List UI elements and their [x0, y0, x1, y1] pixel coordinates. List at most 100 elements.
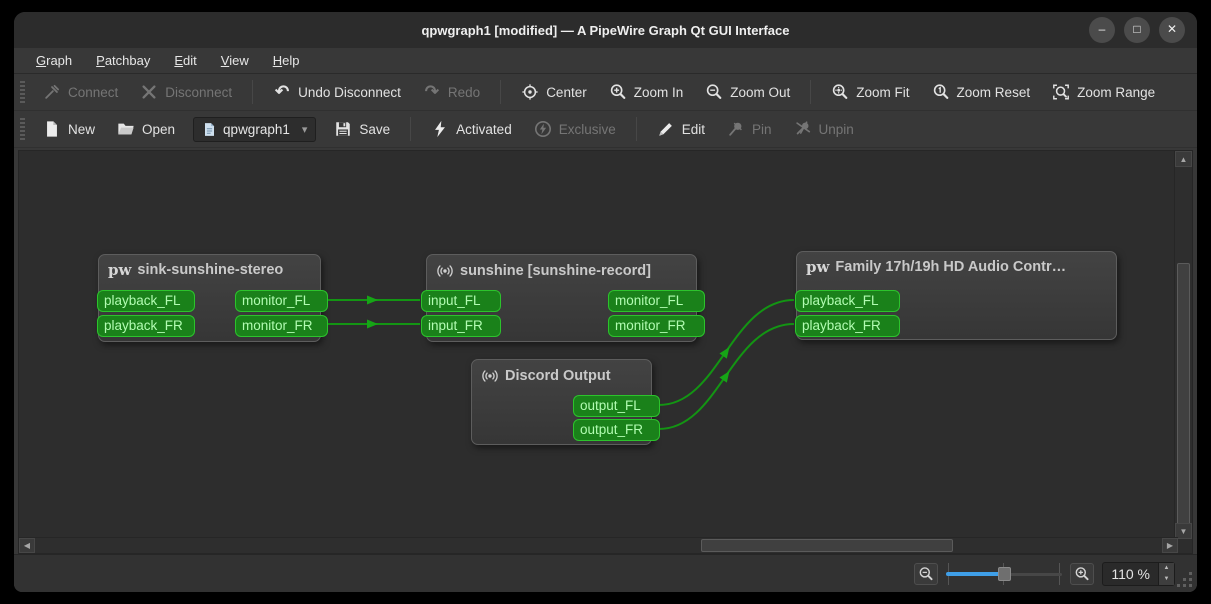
- activated-button[interactable]: Activated: [421, 115, 522, 143]
- scroll-right-icon: ▶: [1166, 541, 1174, 550]
- scroll-down-icon: ▼: [1179, 526, 1188, 536]
- resize-grip[interactable]: [1177, 572, 1193, 588]
- vertical-scroll-thumb[interactable]: [1177, 263, 1190, 527]
- stream-icon: [482, 370, 498, 382]
- port-playback-fr[interactable]: playback_FR: [795, 315, 900, 337]
- zoom-out-label: Zoom Out: [730, 84, 791, 100]
- menu-graph[interactable]: Graph: [26, 50, 82, 71]
- exclusive-button[interactable]: Exclusive: [524, 115, 626, 143]
- close-button[interactable]: ✕: [1159, 17, 1185, 43]
- zoom-out-button[interactable]: Zoom Out: [695, 78, 800, 106]
- patchbay-select-value: qpwgraph1: [223, 121, 290, 137]
- pipewire-icon: pw: [108, 260, 132, 279]
- save-button[interactable]: Save: [324, 115, 400, 143]
- toolbar-drag-handle[interactable]: [20, 118, 25, 140]
- disconnect-button[interactable]: Disconnect: [130, 78, 242, 106]
- zoom-reset-button[interactable]: Zoom Reset: [922, 78, 1041, 106]
- port-input-fr[interactable]: input_FR: [421, 315, 501, 337]
- node-title: sink-sunshine-stereo: [137, 262, 284, 278]
- horizontal-scrollbar[interactable]: ◀ ▶: [19, 537, 1178, 553]
- zoom-out-icon: [918, 566, 934, 582]
- menubar: Graph Patchbay Edit View Help: [14, 48, 1197, 74]
- pipewire-icon: pw: [806, 257, 830, 276]
- new-button[interactable]: New: [33, 115, 105, 143]
- node-header: sunshine [sunshine-record]: [427, 255, 696, 280]
- pin-button[interactable]: Pin: [717, 115, 782, 143]
- patchbay-select[interactable]: qpwgraph1 ▾: [193, 116, 317, 142]
- spin-down-button[interactable]: ▼: [1159, 574, 1174, 585]
- menu-help[interactable]: Help: [263, 50, 310, 71]
- stream-icon: [437, 265, 453, 277]
- node-family-hd-audio[interactable]: pw Family 17h/19h HD Audio Contr… playba…: [795, 251, 1117, 340]
- zoom-range-icon: [1053, 84, 1069, 100]
- connect-button[interactable]: Connect: [33, 78, 128, 106]
- menu-edit[interactable]: Edit: [164, 50, 206, 71]
- port-monitor-fr[interactable]: monitor_FR: [235, 315, 328, 337]
- toolbar-separator: [635, 117, 637, 141]
- activated-label: Activated: [456, 121, 512, 137]
- scroll-up-button[interactable]: ▲: [1175, 151, 1192, 167]
- statusbar-zoom-in-button[interactable]: [1070, 562, 1095, 585]
- port-monitor-fl[interactable]: monitor_FL: [608, 290, 705, 312]
- zoom-range-button[interactable]: Zoom Range: [1042, 78, 1165, 106]
- redo-icon: ↷: [424, 82, 440, 101]
- node-discord-output[interactable]: Discord Output output_FL output_FR: [471, 359, 660, 445]
- menu-view[interactable]: View: [211, 50, 259, 71]
- connection-lines: [327, 295, 795, 430]
- toolbar-separator: [500, 80, 502, 104]
- port-output-fr[interactable]: output_FR: [573, 419, 660, 441]
- titlebar: qpwgraph1 [modified] — A PipeWire Graph …: [14, 12, 1197, 48]
- toolbar-drag-handle[interactable]: [20, 81, 25, 103]
- disconnect-icon: [142, 85, 156, 99]
- redo-button[interactable]: ↷ Redo: [413, 78, 490, 106]
- spin-up-icon: ▲: [1163, 565, 1170, 571]
- port-playback-fl[interactable]: playback_FL: [795, 290, 900, 312]
- port-playback-fr[interactable]: playback_FR: [97, 315, 195, 337]
- open-button[interactable]: Open: [107, 115, 185, 143]
- new-label: New: [68, 121, 96, 137]
- vertical-scrollbar[interactable]: ▲ ▼: [1174, 151, 1192, 539]
- scroll-right-button[interactable]: ▶: [1162, 538, 1178, 553]
- zoom-spinbox[interactable]: 110 % ▲ ▼: [1102, 561, 1175, 586]
- zoom-reset-label: Zoom Reset: [956, 84, 1031, 100]
- toolbar-separator: [252, 80, 254, 104]
- spin-up-button[interactable]: ▲: [1159, 563, 1174, 574]
- scroll-up-icon: ▲: [1179, 154, 1188, 164]
- undo-button[interactable]: ↶ Undo Disconnect: [263, 78, 411, 106]
- port-input-fl[interactable]: input_FL: [421, 290, 501, 312]
- port-playback-fl[interactable]: playback_FL: [97, 290, 195, 312]
- zoom-fit-icon: [831, 83, 849, 101]
- spin-down-icon: ▼: [1163, 576, 1170, 582]
- open-folder-icon: [118, 123, 134, 135]
- scroll-left-button[interactable]: ◀: [19, 538, 35, 553]
- node-title: Discord Output: [505, 368, 611, 384]
- node-sink-sunshine-stereo[interactable]: pw sink-sunshine-stereo playback_FL play…: [97, 254, 328, 342]
- slider-fill: [946, 571, 1005, 576]
- maximize-button[interactable]: □: [1124, 17, 1150, 43]
- menu-patchbay[interactable]: Patchbay: [86, 50, 160, 71]
- port-output-fl[interactable]: output_FL: [573, 395, 660, 417]
- slider-handle[interactable]: [998, 566, 1012, 581]
- activated-lightning-icon: [435, 120, 446, 138]
- toolbar-separator: [410, 117, 412, 141]
- minimize-button[interactable]: –: [1089, 17, 1115, 43]
- edit-pencil-icon: [658, 123, 672, 136]
- graph-canvas[interactable]: pw sink-sunshine-stereo playback_FL play…: [19, 151, 1178, 539]
- center-button[interactable]: Center: [511, 78, 597, 106]
- unpin-button[interactable]: Unpin: [784, 115, 864, 143]
- port-monitor-fl[interactable]: monitor_FL: [235, 290, 328, 312]
- horizontal-scroll-thumb[interactable]: [701, 539, 953, 552]
- unpin-icon: [795, 121, 810, 135]
- zoom-fit-label: Zoom Fit: [856, 84, 910, 100]
- open-label: Open: [142, 121, 176, 137]
- statusbar-zoom-out-button[interactable]: [914, 562, 939, 585]
- zoom-fit-button[interactable]: Zoom Fit: [821, 78, 919, 106]
- edit-button[interactable]: Edit: [647, 115, 715, 143]
- port-monitor-fr[interactable]: monitor_FR: [608, 315, 705, 337]
- toolbar-separator: [810, 80, 812, 104]
- zoom-in-button[interactable]: Zoom In: [599, 78, 694, 106]
- zoom-slider[interactable]: [946, 562, 1063, 585]
- node-header: pw Family 17h/19h HD Audio Contr…: [797, 252, 1116, 275]
- app-window: qpwgraph1 [modified] — A PipeWire Graph …: [14, 12, 1197, 592]
- node-sunshine[interactable]: sunshine [sunshine-record] input_FL inpu…: [421, 254, 705, 342]
